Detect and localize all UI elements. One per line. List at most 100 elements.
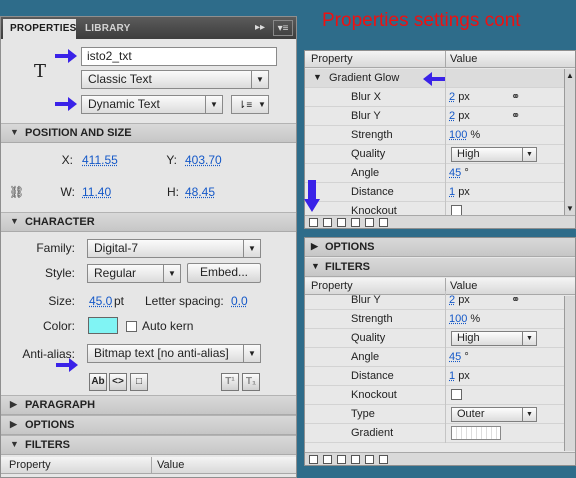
property-value[interactable]: 2	[449, 294, 455, 306]
property-select[interactable]: Outer ▼	[451, 407, 537, 422]
delete-filter-icon[interactable]	[379, 218, 388, 227]
scroll-up-icon[interactable]: ▲	[566, 71, 574, 80]
panel-tab-bar: PROPERTIES LIBRARY ▸▸ ▾≡	[1, 17, 296, 39]
embed-button[interactable]: Embed...	[187, 263, 261, 283]
collapse-panel-button[interactable]: ▸▸	[251, 20, 269, 36]
scroll-down-icon[interactable]: ▼	[566, 204, 574, 213]
property-select[interactable]: High ▼	[451, 331, 537, 346]
property-value[interactable]: 45	[449, 167, 461, 179]
property-value[interactable]: 45	[449, 351, 461, 363]
filter-group-name: Gradient Glow	[329, 72, 400, 84]
section-title: FILTERS	[25, 439, 71, 451]
add-filter-icon[interactable]	[309, 218, 318, 227]
section-paragraph[interactable]: ▶ PARAGRAPH	[1, 395, 296, 415]
vertical-scrollbar[interactable]	[564, 296, 575, 451]
font-family-value: Digital-7	[94, 241, 139, 255]
property-name: Blur Y	[351, 294, 381, 306]
x-value[interactable]: 411.55	[82, 153, 118, 167]
text-color-swatch[interactable]	[88, 317, 118, 334]
property-value[interactable]: 1	[449, 186, 455, 198]
section-options[interactable]: ▶ OPTIONS	[1, 415, 296, 435]
text-type-select[interactable]: Dynamic Text ▼	[81, 95, 223, 114]
h-value[interactable]: 48.45	[185, 185, 215, 199]
section-filters[interactable]: ▼ FILTERS	[1, 435, 296, 455]
property-value[interactable]: 100	[449, 129, 467, 141]
gradient-swatch[interactable]	[451, 426, 501, 440]
auto-kern-checkbox[interactable]	[126, 321, 137, 332]
property-value[interactable]: 2	[449, 110, 455, 122]
render-html-button[interactable]: <>	[109, 373, 127, 391]
clipboard-icon[interactable]	[337, 455, 346, 464]
annotation-down-arrow-icon	[304, 180, 320, 212]
instance-name-input[interactable]: isto2_txt	[81, 47, 277, 66]
selectable-text-button[interactable]: Ab	[89, 373, 107, 391]
size-unit: pt	[114, 294, 125, 308]
filter-property-row: Angle 45 °	[305, 164, 575, 183]
family-label: Family:	[36, 241, 75, 255]
chevron-down-icon: ▼	[243, 240, 260, 257]
w-value[interactable]: 11.40	[82, 185, 111, 199]
filter-property-row: Quality High ▼	[305, 145, 575, 164]
knockout-checkbox[interactable]	[451, 389, 462, 400]
size-value[interactable]: 45.0	[89, 294, 112, 308]
presets-icon[interactable]	[323, 455, 332, 464]
filter-property-row: Distance 1 px	[305, 367, 575, 386]
text-orientation-select[interactable]: ⇂≡ ▼	[231, 95, 269, 114]
section-position-and-size[interactable]: ▼ POSITION AND SIZE	[1, 123, 296, 143]
text-engine-select[interactable]: Classic Text ▼	[81, 70, 269, 89]
y-value[interactable]: 403.70	[185, 153, 222, 167]
text-engine-value: Classic Text	[88, 72, 152, 86]
tab-library[interactable]: LIBRARY	[78, 19, 148, 39]
filter-property-row: Quality High ▼	[305, 329, 575, 348]
text-type-value: Dynamic Text	[88, 97, 160, 111]
clipboard-icon[interactable]	[337, 218, 346, 227]
chevron-down-icon: ▼	[163, 265, 180, 282]
add-filter-icon[interactable]	[309, 455, 318, 464]
show-border-button[interactable]: □	[130, 373, 148, 391]
section-title: CHARACTER	[25, 216, 95, 228]
delete-filter-icon[interactable]	[379, 455, 388, 464]
filter-property-row: Type Outer ▼	[305, 405, 575, 424]
font-style-select[interactable]: Regular ▼	[87, 264, 181, 283]
font-family-select[interactable]: Digital-7 ▼	[87, 239, 261, 258]
enable-filter-icon[interactable]	[351, 218, 360, 227]
filter-table-header: Property Value	[305, 51, 575, 68]
superscript-button[interactable]: T¹	[221, 373, 239, 391]
property-unit: °	[464, 351, 469, 363]
reset-filter-icon[interactable]	[365, 218, 374, 227]
enable-filter-icon[interactable]	[351, 455, 360, 464]
lock-aspect-chain-icon[interactable]: ⛓	[9, 185, 24, 199]
panel-menu-button[interactable]: ▾≡	[273, 20, 293, 36]
presets-icon[interactable]	[323, 218, 332, 227]
reset-filter-icon[interactable]	[365, 455, 374, 464]
w-label: W:	[60, 185, 75, 199]
property-select[interactable]: High ▼	[451, 147, 537, 162]
tab-properties[interactable]: PROPERTIES	[3, 19, 76, 39]
h-label: H:	[167, 185, 179, 199]
property-unit: px	[458, 110, 470, 122]
expanded-triangle-icon: ▼	[313, 72, 322, 82]
anti-alias-select[interactable]: Bitmap text [no anti-alias] ▼	[87, 344, 261, 363]
property-value[interactable]: 100	[449, 313, 467, 325]
subscript-button[interactable]: T₁	[242, 373, 260, 391]
options-filters-panel: ▶ OPTIONS ▼ FILTERS Property Value Blur …	[304, 237, 576, 466]
property-name: Strength	[351, 129, 393, 141]
annotation-arrow-icon	[55, 97, 77, 111]
style-label: Style:	[44, 266, 75, 280]
section-character[interactable]: ▼ CHARACTER	[1, 212, 296, 232]
letter-spacing-value[interactable]: 0.0	[231, 294, 248, 308]
property-select-value: Outer	[457, 408, 485, 420]
property-name: Gradient	[351, 427, 394, 439]
link-values-icon[interactable]: ⚭	[511, 293, 520, 306]
link-values-icon[interactable]: ⚭	[511, 109, 520, 122]
property-value[interactable]: 1	[449, 370, 455, 382]
section-options[interactable]: ▶ OPTIONS	[305, 238, 575, 257]
vertical-scrollbar[interactable]: ▲ ▼	[564, 69, 575, 215]
text-tool-icon: T	[34, 61, 47, 82]
property-value[interactable]: 2	[449, 91, 455, 103]
property-name: Angle	[351, 351, 380, 363]
property-name: Distance	[351, 186, 394, 198]
link-values-icon[interactable]: ⚭	[511, 90, 520, 103]
section-filters[interactable]: ▼ FILTERS	[305, 258, 575, 277]
color-label: Color:	[42, 319, 75, 333]
